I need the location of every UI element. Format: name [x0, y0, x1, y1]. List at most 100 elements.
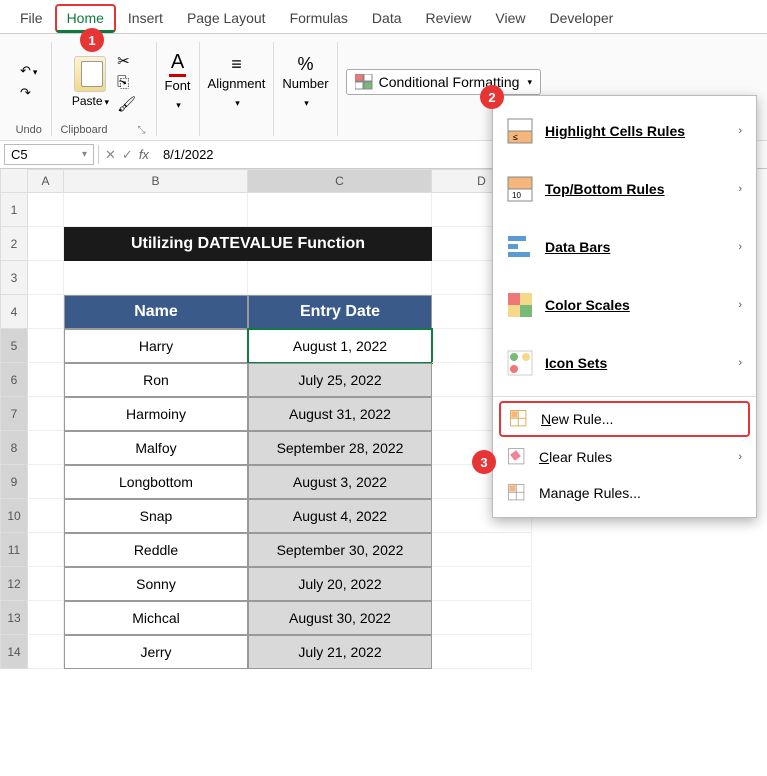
- fx-icon[interactable]: fx: [139, 147, 149, 162]
- table-header-name: Name: [64, 295, 248, 329]
- conditional-formatting-menu: ≤ Highlight Cells Rules › 10 Top/Bottom …: [492, 95, 757, 518]
- accept-formula-icon[interactable]: ✓: [122, 147, 133, 163]
- chevron-right-icon: ›: [738, 357, 742, 369]
- font-color-icon[interactable]: A: [169, 51, 186, 77]
- name-box[interactable]: C5▾: [4, 144, 94, 165]
- table-cell[interactable]: September 30, 2022: [248, 533, 432, 567]
- cf-top-bottom[interactable]: 10 Top/Bottom Rules ›: [493, 160, 756, 218]
- row-header[interactable]: 12: [0, 567, 28, 601]
- tab-formulas[interactable]: Formulas: [278, 4, 360, 33]
- chevron-right-icon: ›: [738, 299, 742, 311]
- row-header[interactable]: 8: [0, 431, 28, 465]
- tab-page-layout[interactable]: Page Layout: [175, 4, 278, 33]
- tab-file[interactable]: File: [8, 4, 55, 33]
- row-header[interactable]: 5: [0, 329, 28, 363]
- table-cell[interactable]: Harmoiny: [64, 397, 248, 431]
- font-dropdown[interactable]: Font▾: [165, 78, 191, 111]
- table-cell[interactable]: Snap: [64, 499, 248, 533]
- table-cell[interactable]: Ron: [64, 363, 248, 397]
- select-all-corner[interactable]: [0, 169, 28, 193]
- table-cell[interactable]: July 21, 2022: [248, 635, 432, 669]
- cf-data-bars[interactable]: Data Bars ›: [493, 218, 756, 276]
- table-cell[interactable]: August 3, 2022: [248, 465, 432, 499]
- table-cell[interactable]: Longbottom: [64, 465, 248, 499]
- table-cell[interactable]: August 30, 2022: [248, 601, 432, 635]
- col-header[interactable]: B: [64, 169, 248, 193]
- row-header[interactable]: 11: [0, 533, 28, 567]
- table-header-date: Entry Date: [248, 295, 432, 329]
- table-cell[interactable]: July 20, 2022: [248, 567, 432, 601]
- row-header[interactable]: 7: [0, 397, 28, 431]
- table-cell[interactable]: Reddle: [64, 533, 248, 567]
- row-header[interactable]: 9: [0, 465, 28, 499]
- undo-group-label: Undo: [16, 124, 42, 136]
- cf-color-scales[interactable]: Color Scales ›: [493, 276, 756, 334]
- cf-clear-rules[interactable]: Clear Rules ›: [493, 439, 756, 475]
- callout-2: 2: [480, 85, 504, 109]
- tab-view[interactable]: View: [483, 4, 537, 33]
- cf-highlight-cells[interactable]: ≤ Highlight Cells Rules ›: [493, 102, 756, 160]
- svg-text:10: 10: [512, 191, 521, 200]
- row-header[interactable]: 2: [0, 227, 28, 261]
- table-cell[interactable]: August 4, 2022: [248, 499, 432, 533]
- cf-new-rule[interactable]: New Rule...: [499, 401, 750, 437]
- table-cell[interactable]: Jerry: [64, 635, 248, 669]
- row-header[interactable]: 4: [0, 295, 28, 329]
- row-header[interactable]: 1: [0, 193, 28, 227]
- svg-text:≤: ≤: [513, 132, 518, 142]
- title-banner: Utilizing DATEVALUE Function: [64, 227, 432, 261]
- table-cell[interactable]: August 1, 2022: [248, 329, 432, 363]
- cut-icon[interactable]: ✂: [117, 52, 136, 70]
- tab-insert[interactable]: Insert: [116, 4, 175, 33]
- formula-input[interactable]: 8/1/2022: [155, 145, 222, 164]
- col-header[interactable]: A: [28, 169, 64, 193]
- row-header[interactable]: 3: [0, 261, 28, 295]
- top-bottom-icon: 10: [507, 176, 533, 202]
- manage-rules-icon: [507, 483, 527, 503]
- align-icon[interactable]: ≡: [208, 54, 266, 75]
- cf-manage-rules[interactable]: Manage Rules...: [493, 475, 756, 511]
- chevron-right-icon: ›: [738, 183, 742, 195]
- row-header[interactable]: 13: [0, 601, 28, 635]
- copy-icon[interactable]: ⎘: [117, 74, 136, 91]
- table-cell[interactable]: Harry: [64, 329, 248, 363]
- alignment-dropdown[interactable]: Alignment▾: [208, 76, 266, 109]
- chevron-right-icon: ›: [738, 125, 742, 137]
- undo-button[interactable]: ↶▾: [14, 61, 43, 81]
- table-cell[interactable]: July 25, 2022: [248, 363, 432, 397]
- conditional-formatting-button[interactable]: Conditional Formatting▾: [346, 69, 541, 95]
- paste-label: Paste▾: [72, 94, 109, 108]
- number-dropdown[interactable]: Number▾: [282, 76, 328, 109]
- row-header[interactable]: 10: [0, 499, 28, 533]
- new-rule-icon: [509, 409, 529, 429]
- clear-rules-icon: [507, 447, 527, 467]
- col-header[interactable]: C: [248, 169, 432, 193]
- cf-icon-sets[interactable]: Icon Sets ›: [493, 334, 756, 392]
- row-header[interactable]: 6: [0, 363, 28, 397]
- format-painter-icon[interactable]: 🖌: [117, 95, 136, 113]
- chevron-right-icon: ›: [738, 241, 742, 253]
- chevron-right-icon: ›: [738, 451, 742, 463]
- row-header[interactable]: 14: [0, 635, 28, 669]
- tab-review[interactable]: Review: [414, 4, 484, 33]
- redo-button[interactable]: ↷: [14, 83, 43, 103]
- callout-1: 1: [80, 28, 104, 52]
- cancel-formula-icon[interactable]: ✕: [105, 147, 116, 163]
- clipboard-launcher-icon[interactable]: ⤡: [138, 125, 146, 136]
- tab-developer[interactable]: Developer: [538, 4, 626, 33]
- tab-bar: File Home Insert Page Layout Formulas Da…: [0, 0, 767, 34]
- callout-3: 3: [472, 450, 496, 474]
- table-cell[interactable]: September 28, 2022: [248, 431, 432, 465]
- clipboard-group-label: Clipboard: [60, 124, 107, 136]
- percent-icon[interactable]: %: [282, 54, 328, 75]
- table-cell[interactable]: Sonny: [64, 567, 248, 601]
- conditional-formatting-icon: [355, 74, 373, 90]
- table-cell[interactable]: August 31, 2022: [248, 397, 432, 431]
- data-bars-icon: [507, 234, 533, 260]
- table-cell[interactable]: Malfoy: [64, 431, 248, 465]
- table-cell[interactable]: Michcal: [64, 601, 248, 635]
- paste-button[interactable]: [74, 56, 106, 92]
- row-headers: 1 2 3 4 5 6 7 8 9 10 11 12 13 14: [0, 169, 28, 729]
- icon-sets-icon: [507, 350, 533, 376]
- tab-data[interactable]: Data: [360, 4, 414, 33]
